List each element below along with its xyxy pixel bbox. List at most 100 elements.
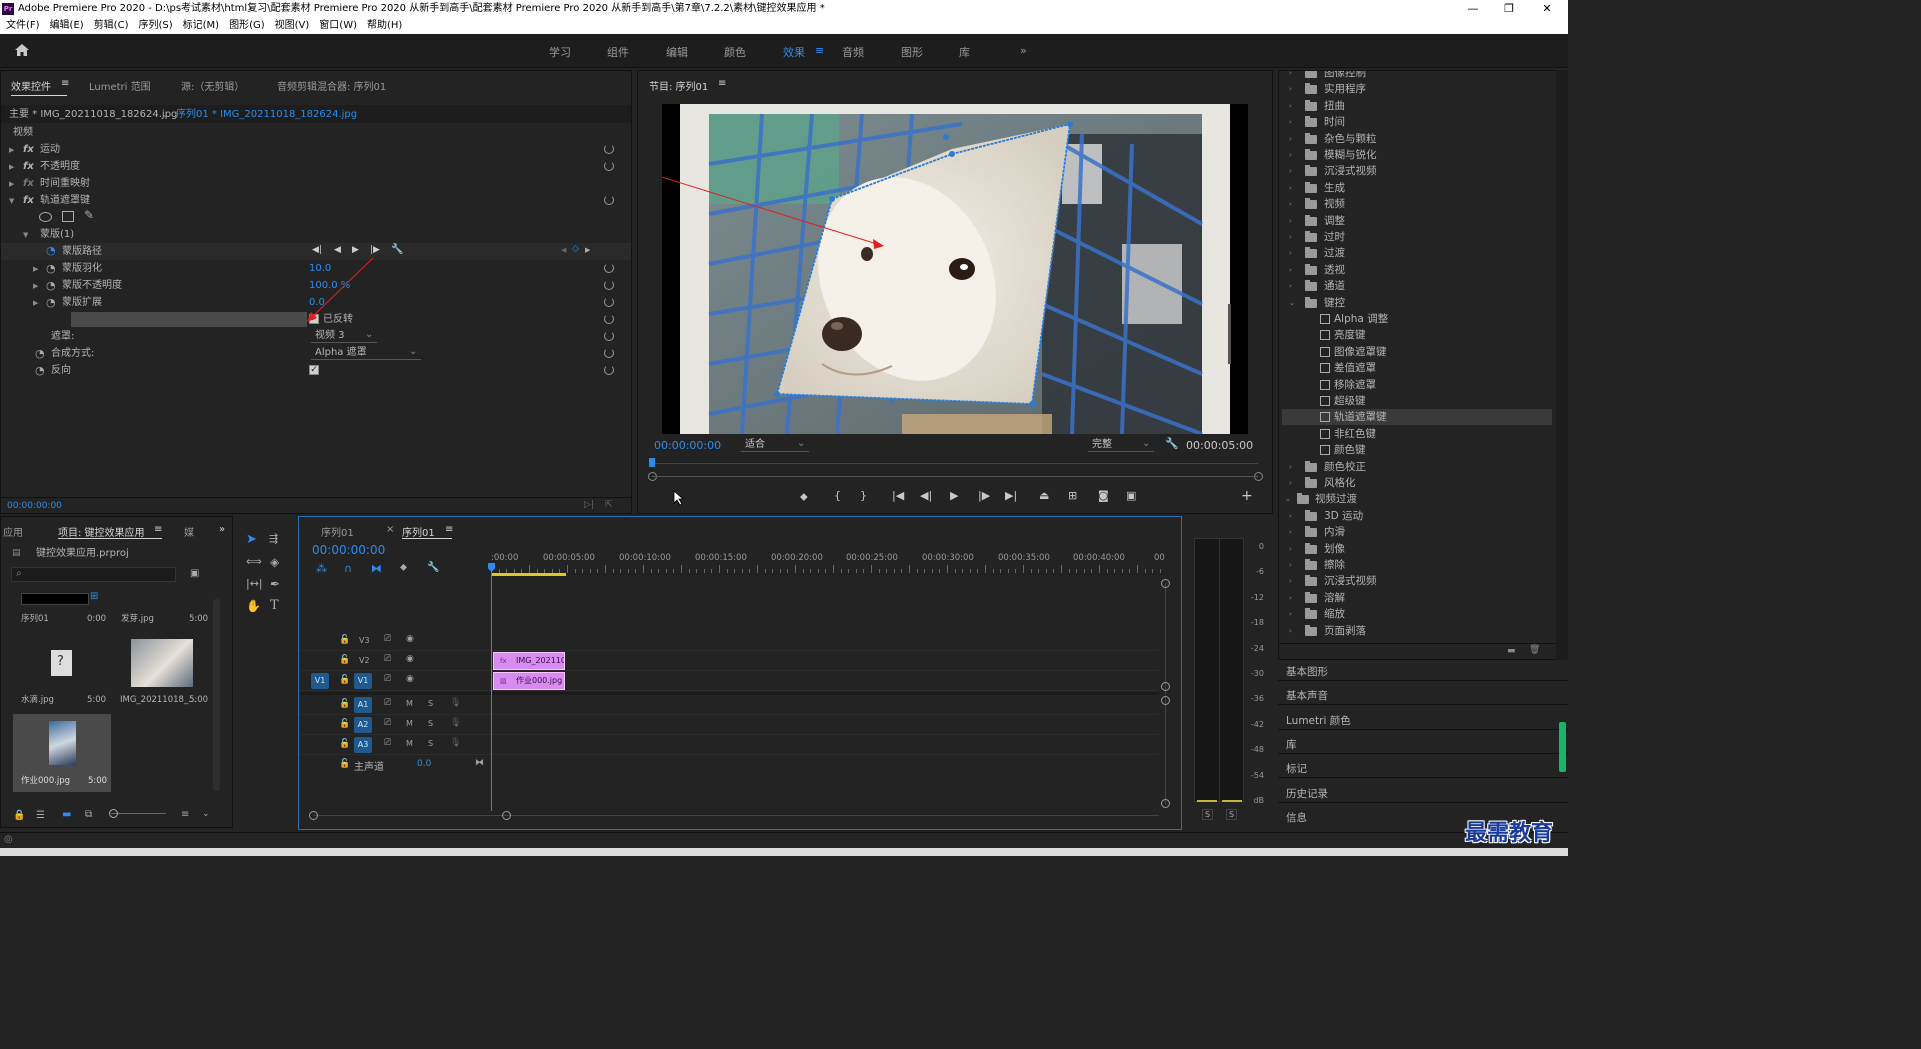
- step-forward-icon[interactable]: |▶: [978, 489, 990, 502]
- effect-item[interactable]: 图像遮罩键: [1282, 344, 1552, 360]
- program-scrubber[interactable]: [648, 458, 1263, 481]
- workspace-libraries[interactable]: 库: [959, 44, 970, 60]
- restore-icon[interactable]: ❐: [1494, 0, 1524, 18]
- fx-opacity[interactable]: 不透明度: [40, 158, 80, 175]
- close-tab-icon[interactable]: ×: [386, 524, 394, 535]
- menu-edit[interactable]: 编辑(E): [50, 20, 84, 31]
- section-history[interactable]: 历史记录: [1286, 786, 1328, 801]
- menu-window[interactable]: 窗口(W): [319, 20, 357, 31]
- reset-icon[interactable]: [604, 365, 614, 375]
- wrench-icon[interactable]: 🔧: [427, 562, 439, 573]
- effect-controls-timecode[interactable]: 00:00:00:00: [7, 498, 62, 515]
- tab-project[interactable]: 项目: 键控效果应用: [58, 524, 145, 539]
- menu-help[interactable]: 帮助(H): [367, 20, 402, 31]
- expand-icon[interactable]: ›: [1289, 606, 1292, 622]
- lock-icon[interactable]: 🔓: [339, 739, 350, 749]
- effect-item[interactable]: 亮度键: [1282, 327, 1552, 343]
- expand-icon[interactable]: ▶: [33, 299, 38, 307]
- tab-sequence-2[interactable]: 序列01: [402, 524, 435, 539]
- section-info[interactable]: 信息: [1286, 810, 1307, 825]
- collapse-icon[interactable]: ⌄: [1285, 491, 1291, 507]
- sync-lock-icon[interactable]: ⎚: [384, 718, 391, 728]
- playhead-icon[interactable]: [649, 458, 655, 467]
- lock-icon[interactable]: 🔓: [339, 759, 350, 769]
- nest-icon[interactable]: ⁂: [316, 562, 327, 575]
- section-markers[interactable]: 标记: [1286, 761, 1307, 776]
- solo-button[interactable]: S: [428, 699, 433, 708]
- extract-icon[interactable]: ⊞: [1068, 489, 1077, 502]
- missing-media-icon[interactable]: ?: [51, 650, 72, 676]
- effect-item[interactable]: Alpha 调整: [1282, 311, 1552, 327]
- project-item-name[interactable]: 序列01: [21, 611, 49, 628]
- program-timecode[interactable]: 00:00:00:00: [654, 437, 721, 454]
- freeform-view-icon[interactable]: ⧉: [85, 809, 92, 820]
- export-icon[interactable]: ▷|: [584, 500, 594, 510]
- solo-button[interactable]: S: [428, 719, 433, 728]
- sync-lock-icon[interactable]: ⎚: [384, 674, 391, 684]
- scroll-handle[interactable]: [1161, 696, 1170, 705]
- rectangle-mask-icon[interactable]: [62, 211, 74, 222]
- step-back-icon[interactable]: ◀|: [920, 489, 932, 502]
- sequence-clip-label[interactable]: 序列01 * IMG_20211018_182624.jpg: [176, 106, 357, 123]
- wrench-icon[interactable]: 🔧: [1165, 437, 1179, 450]
- stopwatch-icon[interactable]: ◔: [46, 279, 56, 292]
- collapse-icon[interactable]: ▼: [23, 231, 28, 239]
- wrench-icon[interactable]: 🔧: [391, 244, 403, 255]
- selection-tool-icon[interactable]: ➤: [246, 532, 257, 547]
- tab-effect-controls[interactable]: 效果控件: [11, 78, 51, 93]
- mark-out-icon[interactable]: }: [860, 489, 867, 502]
- expand-icon[interactable]: ›: [1289, 573, 1292, 589]
- microphone-icon[interactable]: 🎙: [450, 698, 461, 708]
- zoom-handle[interactable]: [309, 811, 318, 820]
- project-search-input[interactable]: ⌕: [11, 567, 176, 582]
- expand-icon[interactable]: ›: [1289, 541, 1292, 557]
- effect-item[interactable]: 超级键: [1282, 393, 1552, 409]
- stopwatch-icon[interactable]: ◔: [46, 296, 56, 309]
- track-target-a2[interactable]: A2: [354, 717, 372, 733]
- section-lumetri-color[interactable]: Lumetri 颜色: [1286, 713, 1351, 728]
- camera-icon[interactable]: ◙: [1098, 489, 1109, 502]
- project-scrollbar[interactable]: [213, 599, 220, 791]
- sync-lock-icon[interactable]: ⎚: [384, 634, 391, 644]
- expand-icon[interactable]: ▶: [9, 146, 14, 154]
- expand-icon[interactable]: ›: [1289, 98, 1292, 114]
- stopwatch-icon[interactable]: ◔: [35, 364, 45, 377]
- expand-icon[interactable]: ›: [1289, 147, 1292, 163]
- mute-button[interactable]: M: [406, 699, 413, 708]
- effect-item[interactable]: 非红色键: [1282, 426, 1552, 442]
- fx-motion[interactable]: 运动: [40, 141, 60, 158]
- composite-dropdown[interactable]: Alpha 遮罩 ⌄: [311, 346, 421, 360]
- expand-icon[interactable]: ›: [1289, 278, 1292, 294]
- lock-icon[interactable]: 🔓: [339, 699, 350, 709]
- comparison-view-icon[interactable]: ▣: [1126, 489, 1136, 502]
- snap-icon[interactable]: ∩: [344, 562, 352, 575]
- section-libraries[interactable]: 库: [1286, 737, 1297, 752]
- expand-icon[interactable]: ›: [1289, 229, 1292, 245]
- lock-icon[interactable]: 🔓: [339, 635, 350, 645]
- program-video-frame[interactable]: [651, 104, 1248, 436]
- expand-icon[interactable]: ›: [1289, 623, 1292, 639]
- expand-icon[interactable]: ›: [1289, 475, 1292, 491]
- workspace-effects[interactable]: 效果: [783, 44, 805, 60]
- fx-icon[interactable]: fx: [23, 141, 34, 158]
- expand-icon[interactable]: ›: [1289, 459, 1292, 475]
- zoom-handle[interactable]: [502, 811, 511, 820]
- go-to-in-icon[interactable]: |◀: [892, 489, 904, 502]
- sync-lock-icon[interactable]: ⎚: [384, 698, 391, 708]
- lock-icon[interactable]: 🔒: [13, 810, 25, 821]
- effects-scrollbar[interactable]: [1556, 70, 1568, 660]
- fx-icon[interactable]: fx: [23, 192, 34, 209]
- workspace-audio[interactable]: 音频: [842, 44, 864, 60]
- expand-icon[interactable]: ›: [1289, 245, 1292, 261]
- menu-clip[interactable]: 剪辑(C): [94, 20, 129, 31]
- eye-icon[interactable]: ◉: [406, 654, 414, 664]
- track-target-v1[interactable]: V1: [354, 673, 372, 689]
- add-keyframe-icon[interactable]: ◇: [572, 244, 579, 254]
- scroll-handle[interactable]: [1161, 682, 1170, 691]
- stopwatch-icon[interactable]: ◔: [35, 347, 45, 360]
- icon-view-icon[interactable]: ▬: [62, 809, 71, 820]
- program-monitor-title[interactable]: 节目: 序列01: [649, 78, 708, 93]
- prev-keyframe-icon[interactable]: ◀: [561, 246, 566, 254]
- track-target-a1[interactable]: A1: [354, 697, 372, 713]
- stopwatch-icon[interactable]: ◔: [46, 262, 56, 275]
